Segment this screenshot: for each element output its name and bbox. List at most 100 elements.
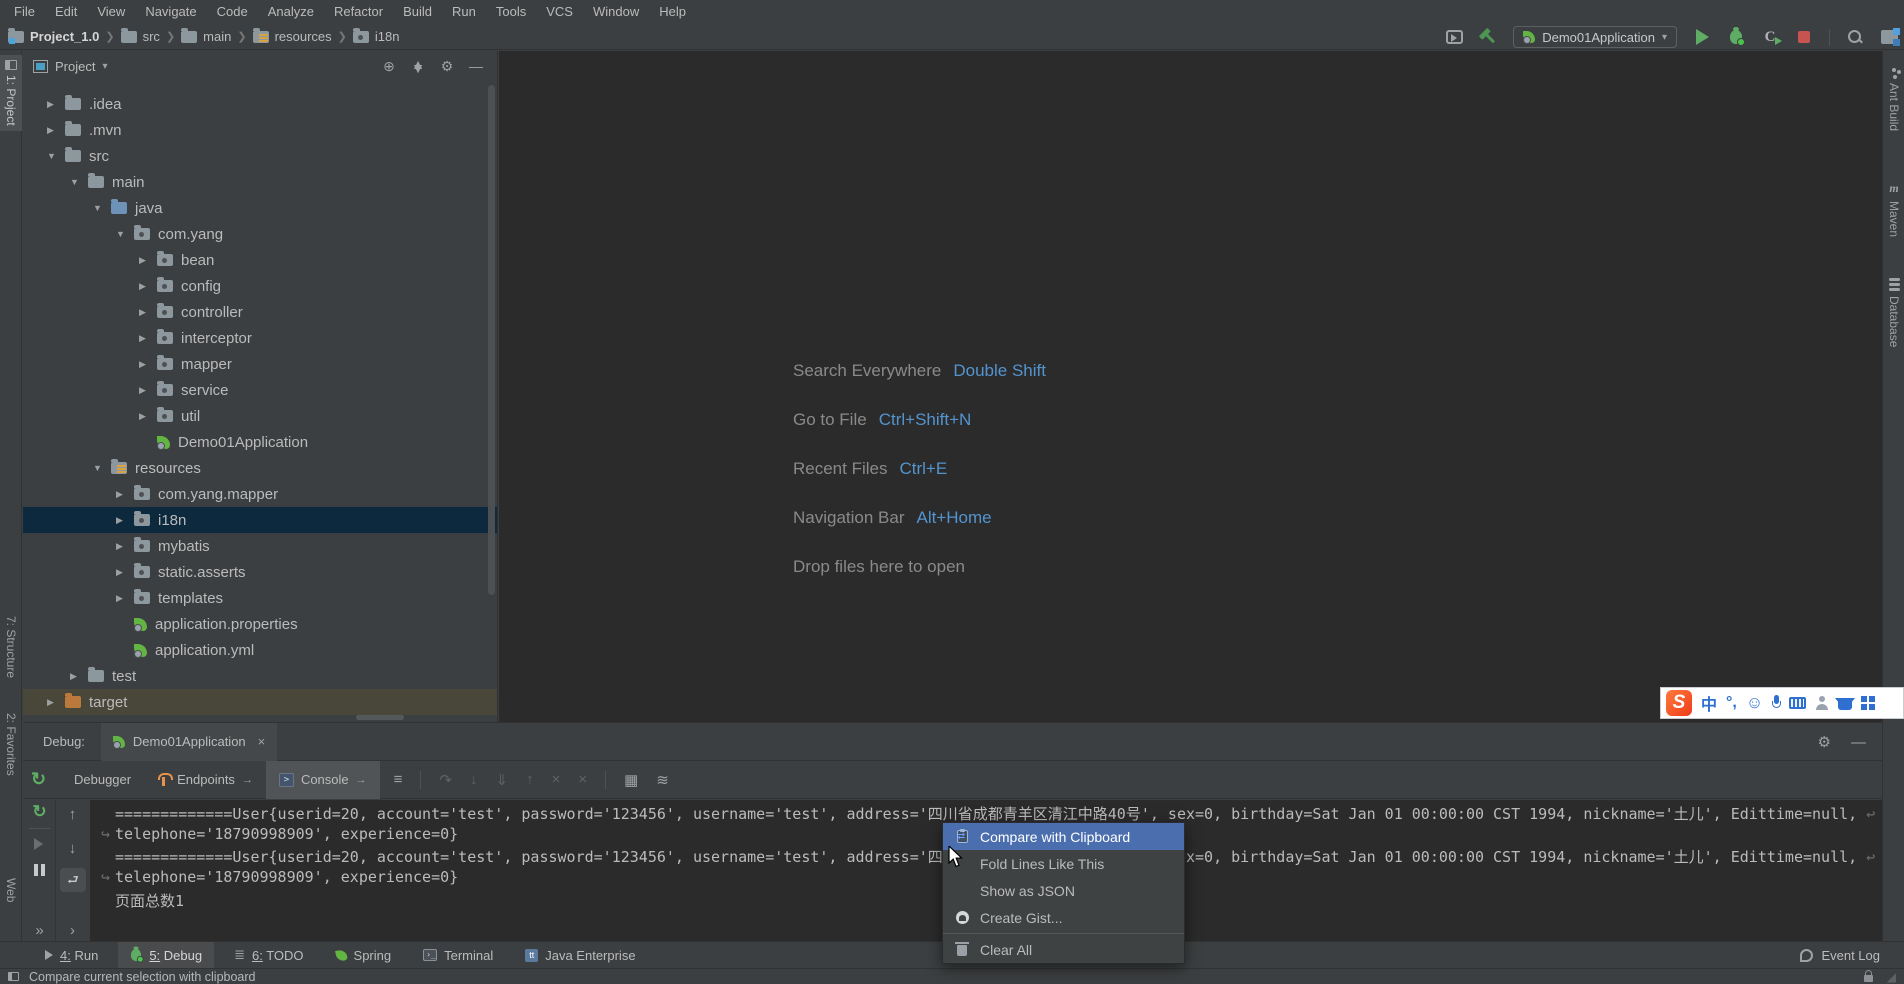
more-actions-button[interactable]: » — [23, 922, 56, 939]
tree-item-application-properties[interactable]: application.properties — [23, 611, 497, 637]
tree-item-application-yml[interactable]: application.yml — [23, 637, 497, 663]
tree-item-com-yang-mapper[interactable]: com.yang.mapper — [23, 481, 497, 507]
tree-item-interceptor[interactable]: interceptor — [23, 325, 497, 351]
debug-session-tab[interactable]: Demo01Application × — [100, 722, 278, 761]
expand-arrow-icon[interactable] — [116, 567, 130, 578]
tab-console[interactable]: > Console → — [265, 760, 380, 799]
rerun-button[interactable]: ↻ — [23, 802, 56, 822]
run-configuration-select[interactable]: Demo01Application ▾ — [1513, 26, 1677, 48]
menu-item-clear-all[interactable]: Clear All — [943, 936, 1184, 963]
down-stack-trace-button[interactable]: ↓ — [56, 840, 89, 857]
expand-arrow-icon[interactable] — [116, 489, 130, 500]
toolwindow-terminal-button[interactable]: ›_ Terminal — [411, 942, 505, 969]
menu-file[interactable]: File — [4, 0, 45, 24]
menu-navigate[interactable]: Navigate — [135, 0, 206, 24]
rerun-application-button[interactable]: ↻ — [31, 769, 46, 790]
expand-arrow-icon[interactable] — [139, 385, 153, 396]
chevron-down-icon[interactable]: ▾ — [102, 61, 107, 72]
toolwindow-switcher-icon[interactable] — [8, 972, 19, 981]
show-run-window-button[interactable] — [1445, 28, 1463, 46]
stripe-maven-button[interactable]: m Maven — [1883, 176, 1904, 242]
tree-item-templates[interactable]: templates — [23, 585, 497, 611]
tree-item-main[interactable]: main — [23, 169, 497, 195]
locate-file-button[interactable]: ⊕ — [378, 58, 400, 75]
expand-arrow-icon[interactable] — [139, 307, 153, 318]
menu-window[interactable]: Window — [583, 0, 649, 24]
menu-analyze[interactable]: Analyze — [258, 0, 324, 24]
breadcrumb-i18n[interactable]: i18n — [352, 27, 399, 44]
collapse-all-button[interactable]: ▲ ▼ — [407, 57, 429, 75]
expand-arrow-icon[interactable] — [116, 593, 130, 604]
debug-button[interactable] — [1727, 27, 1745, 46]
resize-grip[interactable]: ◢ — [1887, 971, 1896, 983]
menu-edit[interactable]: Edit — [45, 0, 87, 24]
emoji-icon[interactable]: ☺ — [1746, 693, 1763, 713]
force-step-into-button[interactable]: ⇓ — [495, 771, 508, 789]
toolwindow-run-button[interactable]: 4: Run — [33, 942, 110, 969]
tree-item-demo01application[interactable]: Demo01Application — [23, 429, 497, 455]
menu-item-create-gist[interactable]: Create Gist... — [943, 904, 1184, 931]
breadcrumb-main[interactable]: main — [181, 27, 231, 44]
tree-item-resources[interactable]: resources — [23, 455, 497, 481]
expand-arrow-icon[interactable] — [139, 333, 153, 344]
run-button[interactable] — [1693, 28, 1711, 46]
stripe-favorites-button[interactable]: 2: Favorites — [0, 708, 22, 781]
punctuation-mode-icon[interactable]: °, — [1726, 694, 1737, 712]
run-to-cursor-button[interactable]: × — [552, 771, 561, 788]
menu-item-compare-with-clipboard[interactable]: Compare with Clipboard — [943, 823, 1184, 850]
keyboard-icon[interactable] — [1789, 697, 1807, 709]
project-structure-button[interactable] — [1880, 28, 1900, 46]
search-everywhere-button[interactable] — [1846, 28, 1864, 46]
evaluate-expression-button[interactable]: ▦ — [624, 771, 638, 789]
expand-arrow-icon[interactable] — [139, 281, 153, 292]
toolwindow-spring-button[interactable]: Spring — [324, 942, 404, 969]
tree-item-mapper[interactable]: mapper — [23, 351, 497, 377]
menu-code[interactable]: Code — [207, 0, 258, 24]
toolbox-icon[interactable] — [1861, 696, 1868, 702]
build-project-button[interactable] — [1479, 28, 1497, 46]
menu-run[interactable]: Run — [442, 0, 486, 24]
stripe-web-button[interactable]: Web — [0, 873, 22, 907]
expand-arrow-icon[interactable] — [116, 515, 130, 526]
menu-item-fold-lines-like-this[interactable]: Fold Lines Like This — [943, 850, 1184, 877]
skin-icon[interactable] — [1835, 698, 1856, 710]
tree-item-bean[interactable]: bean — [23, 247, 497, 273]
microphone-icon[interactable] — [1772, 695, 1782, 711]
soft-wrap-toggle[interactable]: ⮐ — [60, 868, 86, 892]
expand-arrow-icon[interactable] — [116, 541, 130, 552]
expand-arrow-icon[interactable] — [139, 359, 153, 370]
toolwindow-todo-button[interactable]: ≣ 6: TODO — [222, 942, 315, 969]
tree-horizontal-scrollbar[interactable] — [356, 715, 404, 720]
expand-arrow-icon[interactable] — [116, 229, 130, 239]
stop-button[interactable] — [1795, 28, 1813, 46]
tree-item-mybatis[interactable]: mybatis — [23, 533, 497, 559]
tree-item-com-yang[interactable]: com.yang — [23, 221, 497, 247]
breadcrumb-resources[interactable]: resources — [252, 27, 332, 44]
breadcrumb-project[interactable]: Project_1.0 — [8, 27, 99, 44]
sogou-logo-icon[interactable]: S — [1666, 690, 1692, 716]
profile-icon[interactable] — [1815, 696, 1829, 710]
tree-item-src[interactable]: src — [23, 143, 497, 169]
run-with-coverage-button[interactable]: C — [1761, 28, 1783, 46]
expand-arrow-icon[interactable] — [93, 463, 107, 473]
step-over-button[interactable]: ↷ — [439, 771, 452, 789]
expand-arrow-icon[interactable] — [47, 99, 61, 110]
up-stack-trace-button[interactable]: ↑ — [56, 806, 89, 823]
hide-panel-button[interactable]: — — [465, 58, 487, 74]
stripe-structure-button[interactable]: 7: Structure — [0, 611, 22, 683]
menu-tools[interactable]: Tools — [486, 0, 536, 24]
event-log-button[interactable]: Event Log — [1800, 948, 1880, 963]
stripe-project-button[interactable]: 1: Project — [0, 55, 22, 131]
menu-view[interactable]: View — [87, 0, 135, 24]
chinese-mode-icon[interactable]: 中 — [1701, 691, 1717, 715]
stripe-database-button[interactable]: Database — [1883, 273, 1904, 352]
toolwindow-debug-button[interactable]: 5: Debug — [118, 941, 215, 969]
tree-item-i18n[interactable]: i18n — [23, 507, 497, 533]
tree-item-static-asserts[interactable]: static.asserts — [23, 559, 497, 585]
pause-program-button[interactable] — [34, 864, 38, 876]
hide-debug-panel-button[interactable]: — — [1851, 734, 1866, 751]
tree-item-controller[interactable]: controller — [23, 299, 497, 325]
stripe-ant-build-button[interactable]: Ant Build — [1883, 63, 1904, 136]
menu-item-show-as-json[interactable]: Show as JSON — [943, 877, 1184, 904]
expand-arrow-icon[interactable] — [139, 255, 153, 266]
